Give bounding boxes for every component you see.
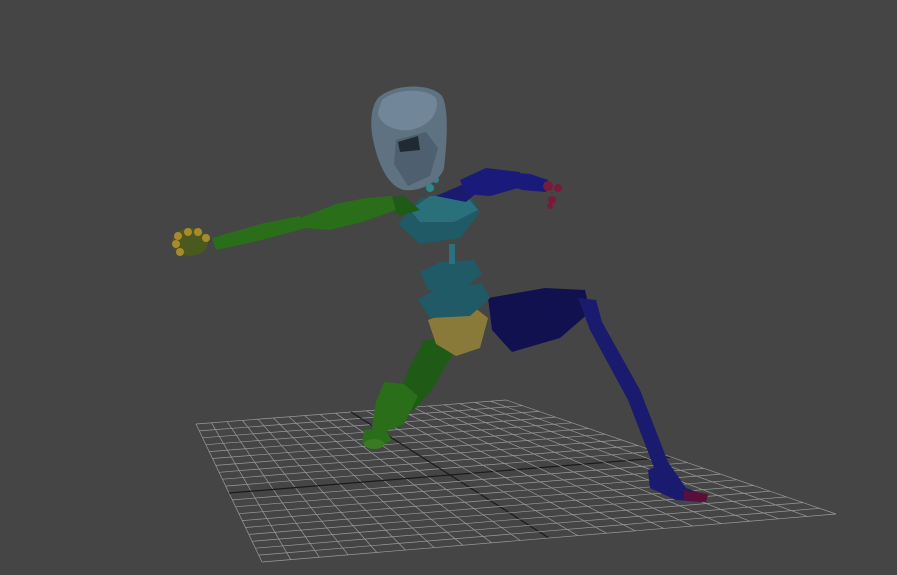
left-leg[interactable] xyxy=(362,338,452,449)
grid-line xyxy=(255,502,804,549)
left-hand[interactable] xyxy=(172,228,210,256)
spine[interactable] xyxy=(398,196,490,318)
grid-line xyxy=(261,513,837,563)
head[interactable] xyxy=(371,86,447,191)
right-thigh[interactable] xyxy=(488,288,590,352)
grid-line xyxy=(252,496,787,542)
right-calf[interactable] xyxy=(578,298,668,470)
grid-line xyxy=(258,507,820,556)
right-hand[interactable] xyxy=(543,181,562,209)
biped-character[interactable] xyxy=(172,86,708,502)
left-arm[interactable] xyxy=(172,196,420,256)
spine-link xyxy=(449,244,455,264)
left-upperarm[interactable] xyxy=(300,196,396,230)
home-grid xyxy=(195,399,837,563)
viewport-scene[interactable] xyxy=(0,0,897,575)
grid-line xyxy=(474,402,779,520)
left-forearm[interactable] xyxy=(212,216,306,250)
3d-viewport[interactable] xyxy=(0,0,897,575)
left-toes[interactable] xyxy=(364,439,384,449)
